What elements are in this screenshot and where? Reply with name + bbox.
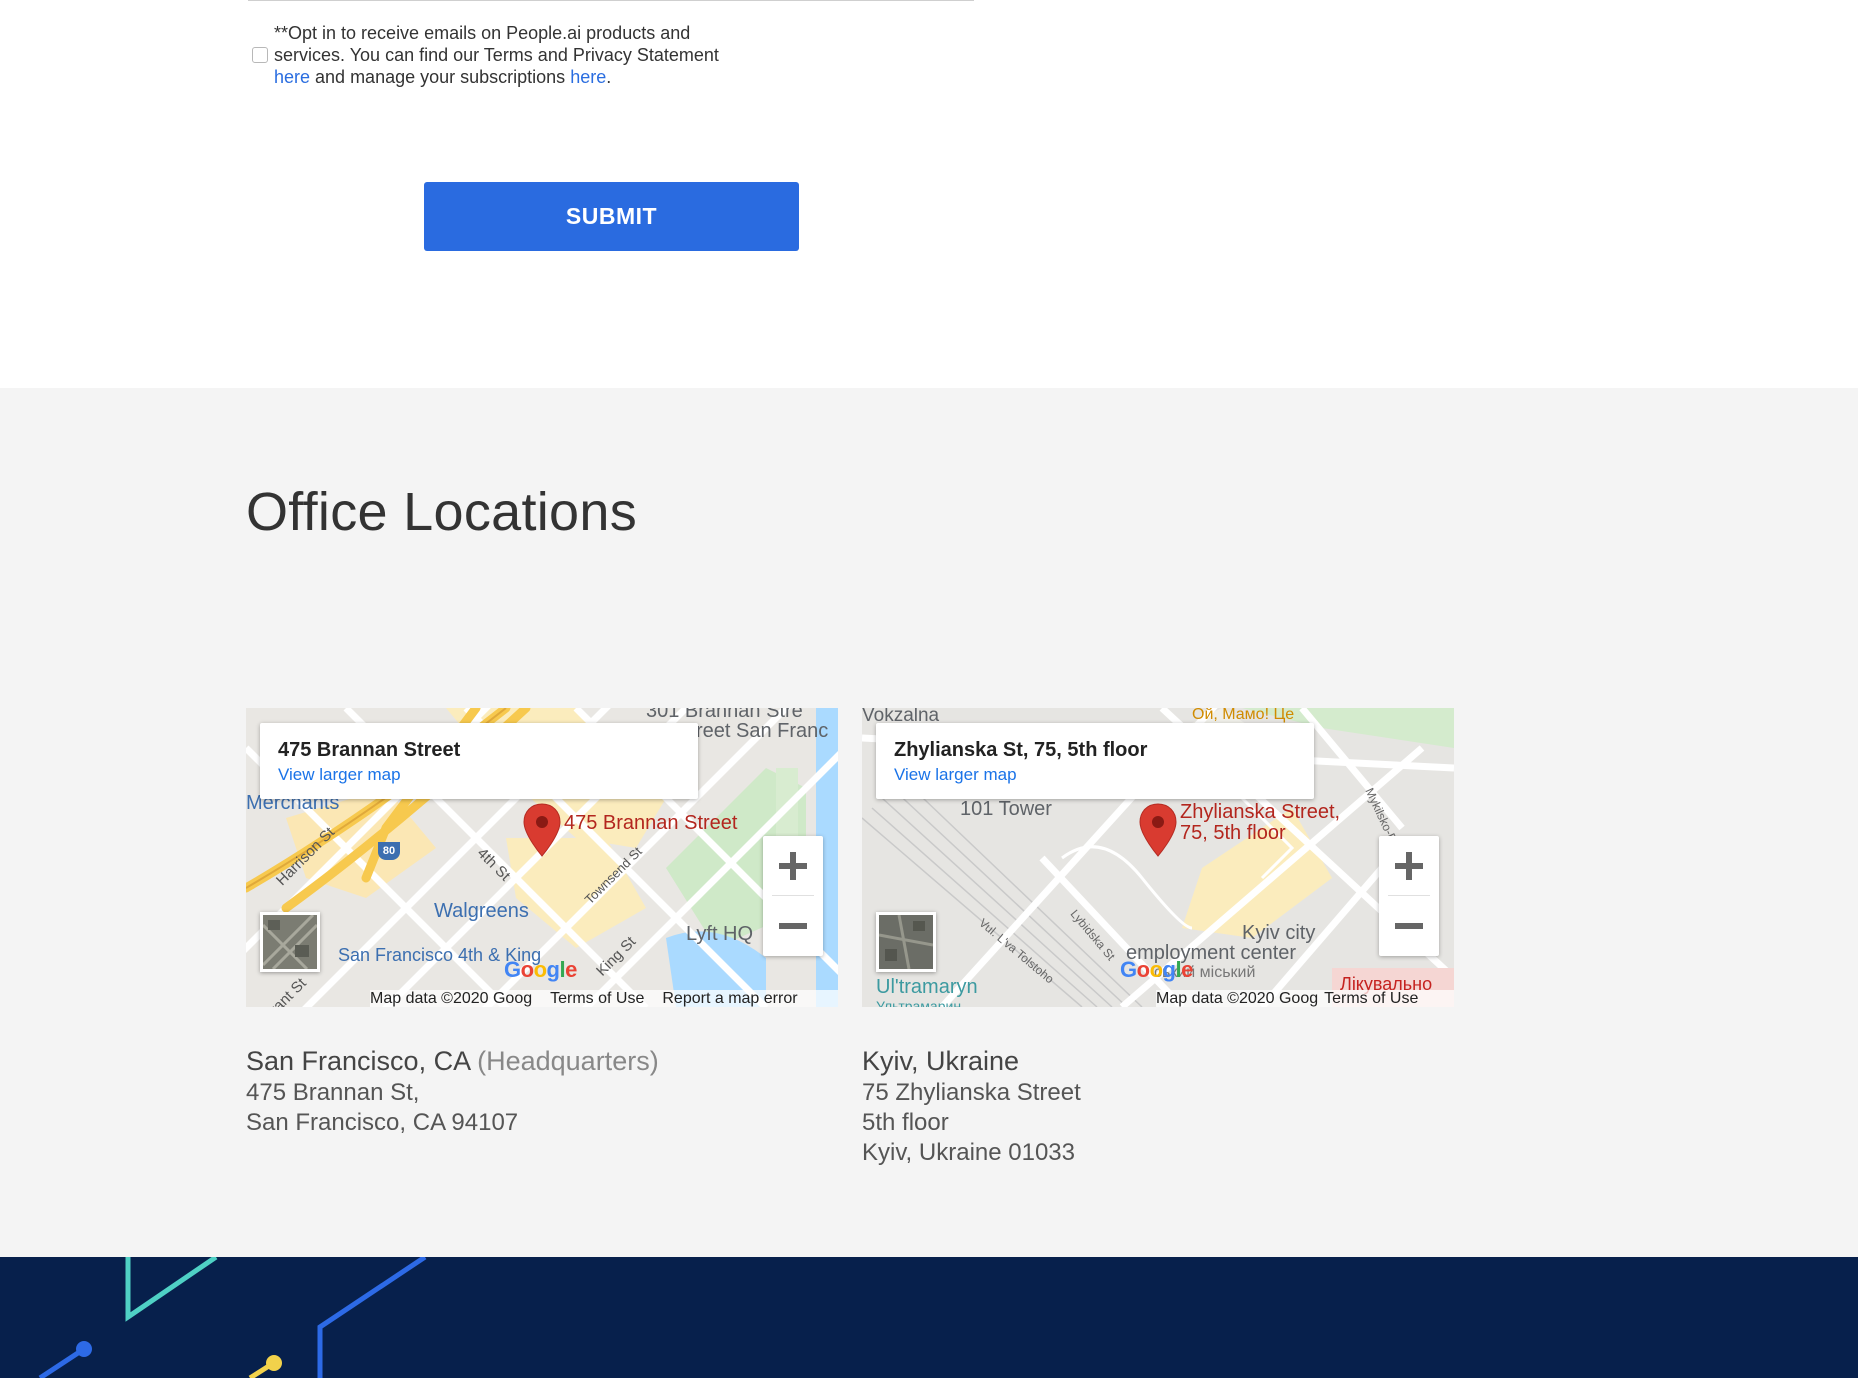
submit-button[interactable]: SUBMIT — [424, 182, 799, 251]
office-city-name: San Francisco, CA — [246, 1046, 470, 1076]
map-san-francisco[interactable]: 301 Brannan Stre reet San Franc Merchant… — [246, 708, 838, 1007]
terms-privacy-link[interactable]: here — [274, 67, 310, 87]
map-data-text: Map data ©2020 Goog — [1156, 990, 1319, 1007]
optin-text: **Opt in to receive emails on People.ai … — [274, 22, 724, 88]
office-city-note: (Headquarters) — [477, 1046, 659, 1076]
satellite-view-icon — [263, 915, 317, 969]
map-label: Ul'tramaryn — [876, 976, 978, 998]
map-pin-icon[interactable] — [1138, 802, 1178, 858]
zoom-controls — [763, 836, 823, 956]
office-city-name: Kyiv, Ukraine — [862, 1046, 1020, 1076]
map-kyiv[interactable]: Vokzalna Ой, Мамо! Це 101 Tower Kyiv cit… — [862, 708, 1454, 1007]
pin-label-line-1: Zhylianska Street, — [1180, 801, 1341, 823]
map-label: reet San Franc — [696, 720, 829, 742]
map-pin-icon[interactable] — [522, 802, 562, 858]
map-card-title: 475 Brannan Street — [278, 739, 461, 761]
view-larger-map-link[interactable]: View larger map — [278, 765, 401, 785]
address-line: 475 Brannan St, — [246, 1079, 420, 1106]
footer — [0, 1257, 1858, 1378]
zoom-out-button[interactable] — [1379, 896, 1439, 956]
terms-of-use-link[interactable]: Terms of Use — [1324, 990, 1418, 1007]
terms-of-use-link[interactable]: Terms of Use — [550, 990, 644, 1007]
map-data-text: Map data ©2020 Goog — [370, 990, 533, 1007]
zoom-out-icon — [779, 923, 807, 929]
google-logo: Google — [504, 957, 577, 982]
zoom-controls — [1379, 836, 1439, 956]
map-info-card: 475 Brannan Street View larger map — [260, 723, 698, 799]
google-logo: Google — [1120, 957, 1193, 982]
optin-text-before: **Opt in to receive emails on People.ai … — [274, 23, 719, 65]
office-city: San Francisco, CA (Headquarters) — [246, 1044, 806, 1078]
optin-text-after: . — [606, 67, 612, 87]
subscriptions-link[interactable]: here — [570, 67, 606, 87]
map-attribution: Map data ©2020 Goog Terms of Use Report a … — [370, 990, 838, 1007]
zoom-in-icon — [779, 852, 807, 880]
zoom-in-button[interactable] — [1379, 836, 1439, 896]
address-line: 75 Zhylianska Street — [862, 1079, 1081, 1106]
map-label: Ультрамарин — [876, 998, 962, 1007]
footer-circuit-decoration — [38, 1257, 427, 1378]
satellite-view-button[interactable] — [876, 912, 936, 972]
office-address-kyiv: Kyiv, Ukraine 75 Zhylianska Street 5th f… — [862, 1044, 1422, 1168]
map-label: Lyft HQ — [686, 923, 754, 945]
pin-label-line-2: 75, 5th floor — [1180, 822, 1286, 844]
optin-checkbox[interactable] — [252, 47, 268, 63]
address-line: 5th floor — [862, 1109, 949, 1136]
form-section: **Opt in to receive emails on People.ai … — [0, 0, 1858, 388]
input-underline — [248, 0, 974, 1]
map-info-card: Zhylianska St, 75, 5th floor View larger… — [876, 723, 1314, 799]
satellite-view-button[interactable] — [260, 912, 320, 972]
freeway-shield: 80 — [378, 842, 400, 860]
zoom-in-button[interactable] — [763, 836, 823, 896]
office-locations-section: Office Locations 301 Brannan Stre reet S… — [0, 388, 1858, 1257]
map-card-title: Zhylianska St, 75, 5th floor — [894, 739, 1148, 761]
map-label: Ой, Мамо! Це — [1192, 708, 1295, 723]
address-line: Kyiv, Ukraine 01033 — [862, 1139, 1075, 1166]
pin-label: Zhylianska Street, 75, 5th floor — [1180, 802, 1340, 844]
office-city: Kyiv, Ukraine — [862, 1044, 1422, 1078]
office-address-san-francisco: San Francisco, CA (Headquarters) 475 Bra… — [246, 1044, 806, 1138]
map-label: Walgreens — [434, 900, 529, 922]
map-label: 101 Tower — [960, 798, 1052, 820]
zoom-in-icon — [1395, 852, 1423, 880]
section-title: Office Locations — [246, 482, 638, 542]
report-map-error-link[interactable]: Report a map error — [662, 990, 797, 1007]
address-line: San Francisco, CA 94107 — [246, 1109, 519, 1136]
optin-text-middle: and manage your subscriptions — [310, 67, 571, 87]
zoom-out-icon — [1395, 923, 1423, 929]
view-larger-map-link[interactable]: View larger map — [894, 765, 1017, 785]
map-attribution: Map data ©2020 Goog Terms of Use — [1156, 990, 1454, 1007]
pin-label: 475 Brannan Street — [564, 812, 738, 834]
satellite-view-icon — [879, 915, 933, 969]
zoom-out-button[interactable] — [763, 896, 823, 956]
